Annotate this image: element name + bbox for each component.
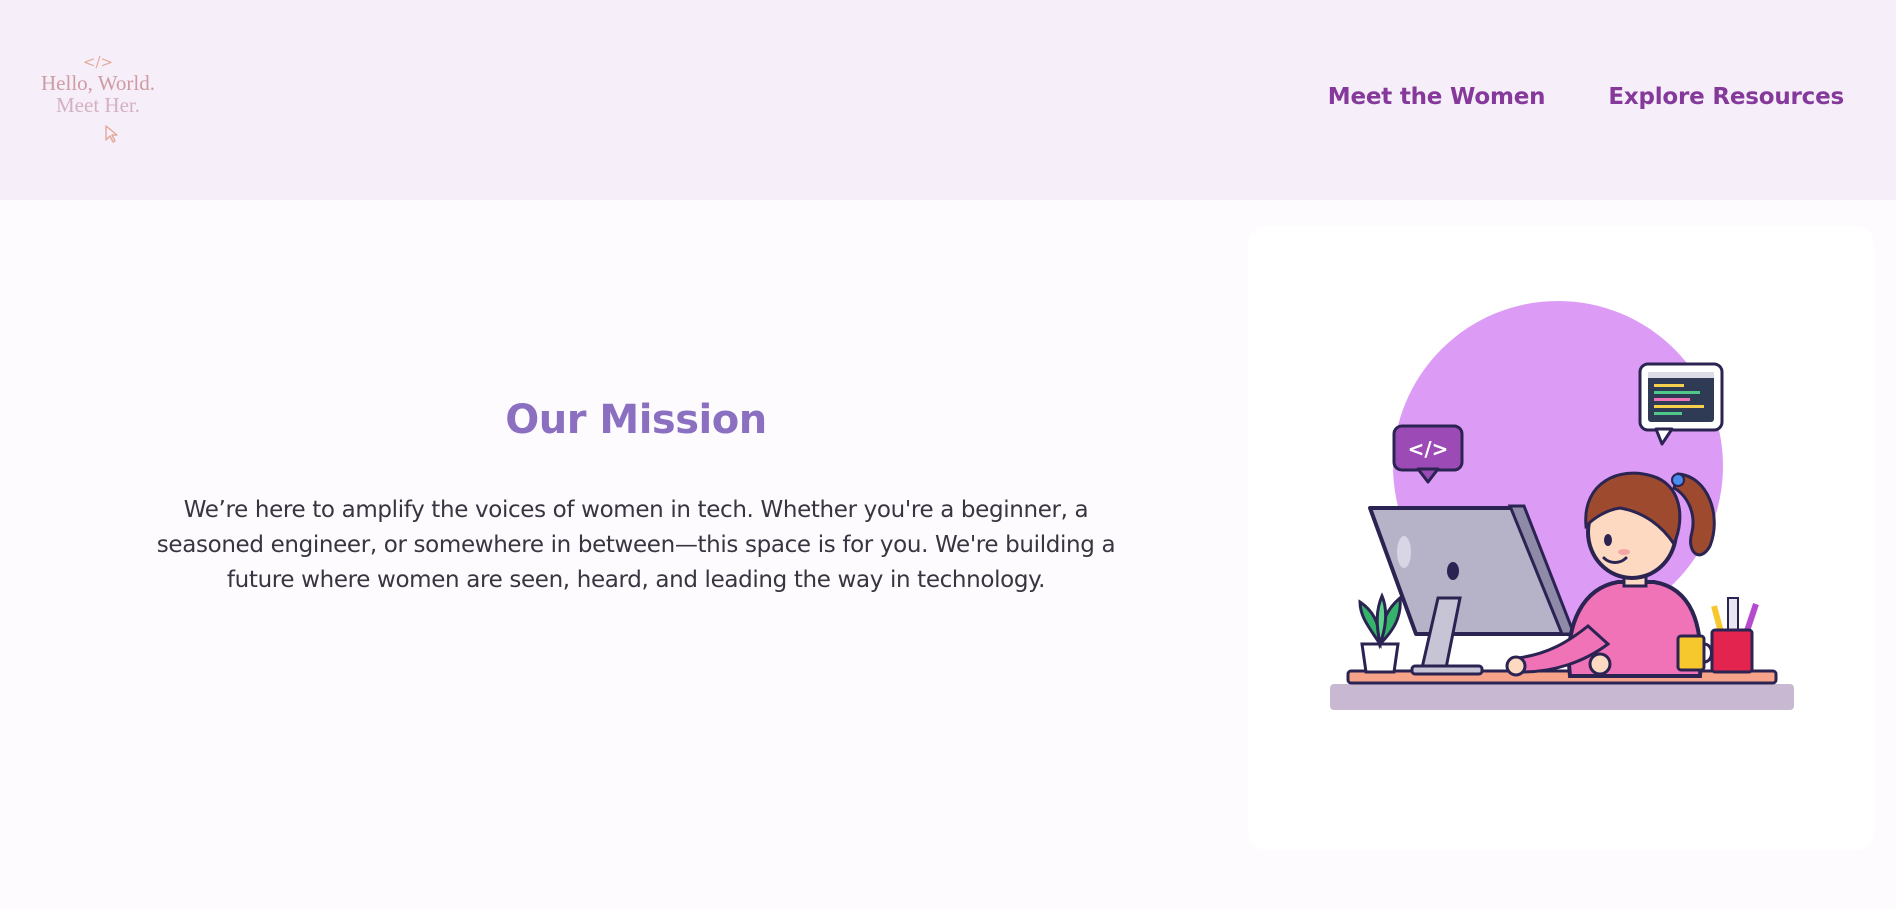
desk-shadow — [1330, 684, 1794, 710]
site-logo[interactable]: </> Hello, World. Meet Her. — [38, 52, 158, 147]
nav-explore-resources[interactable]: Explore Resources — [1608, 84, 1844, 110]
illustration-card: </> — [1248, 226, 1874, 850]
plant-icon — [1358, 592, 1402, 674]
woman-coding-illustration: </> — [1330, 301, 1794, 710]
cursor-icon — [105, 125, 118, 143]
mission-title: Our Mission — [505, 397, 767, 443]
mug-icon — [1676, 634, 1713, 672]
pen-holder-icon — [1710, 597, 1759, 674]
main-nav: Meet the Women Explore Resources — [1328, 84, 1844, 110]
svg-text:</>: </> — [1408, 437, 1449, 461]
site-header: </> Hello, World. Meet Her. Meet the Wom… — [0, 0, 1896, 200]
mission-text: We’re here to amplify the voices of wome… — [156, 497, 1116, 593]
nav-meet-the-women[interactable]: Meet the Women — [1328, 84, 1546, 110]
logo-line-1: Hello, World. — [41, 71, 155, 95]
logo-code-symbol: </> — [82, 53, 114, 71]
logo-line-2: Meet Her. — [56, 93, 140, 117]
